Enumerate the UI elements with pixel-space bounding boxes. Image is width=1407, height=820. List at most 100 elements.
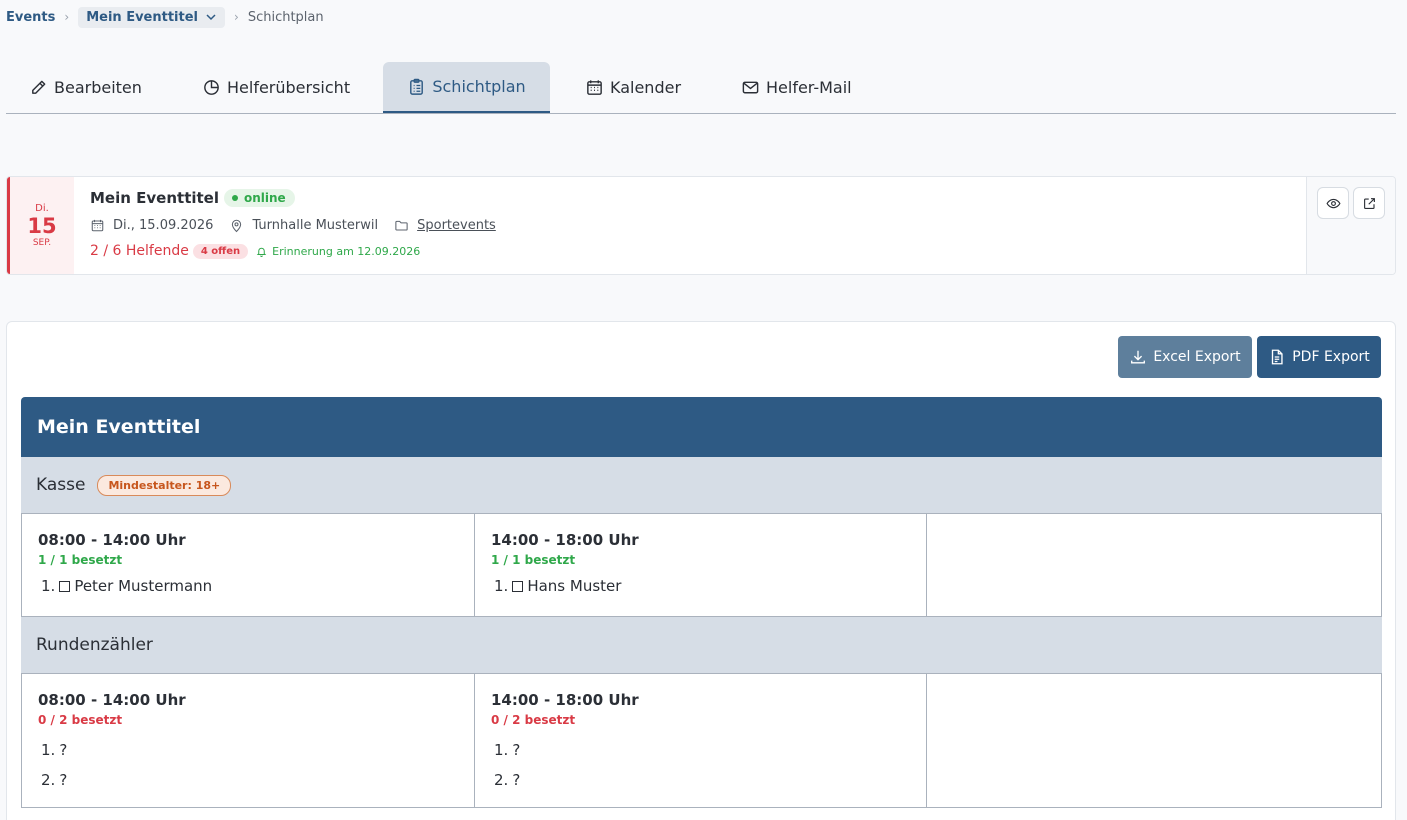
open-external-button[interactable] (1353, 187, 1385, 219)
pdf-export-button[interactable]: PDF Export (1257, 336, 1381, 378)
shift-group-name: Kasse (36, 475, 86, 495)
calendar-icon (587, 80, 602, 95)
shift-row: 08:00 - 14:00 Uhr 1 / 1 besetzt 1. Peter… (21, 513, 1382, 617)
mail-icon (742, 81, 759, 94)
shift-row: 08:00 - 14:00 Uhr 0 / 2 besetzt 1. ? 2. … (21, 673, 1382, 808)
external-link-icon (1363, 197, 1375, 209)
pie-chart-icon (204, 80, 219, 95)
schedule-title: Mein Eventtitel (21, 397, 1382, 457)
map-pin-icon (232, 219, 242, 232)
event-category-link[interactable]: Sportevents (417, 218, 496, 233)
shift-occupancy: 0 / 2 besetzt (491, 713, 576, 727)
helper-name: ? (59, 741, 68, 759)
shift-cell: 14:00 - 18:00 Uhr 0 / 2 besetzt 1. ? 2. … (475, 674, 927, 807)
shift-group-name: Rundenzähler (36, 635, 153, 655)
chevron-right-icon: › (64, 10, 70, 24)
shift-cell-empty (927, 674, 1381, 807)
helper-name: ? (512, 771, 521, 789)
event-location: Turnhalle Musterwil (229, 218, 378, 233)
tab-bearbeiten[interactable]: Bearbeiten (29, 62, 142, 113)
event-info: Mein Eventtitel online Di., 15.09.2026 T… (74, 177, 1306, 274)
reminder-text: Erinnerung am 12.09.2026 (272, 244, 421, 258)
slot-number: 1. (494, 577, 509, 595)
folder-icon (395, 220, 408, 231)
date-day: 15 (27, 214, 57, 238)
event-date-text: Di., 15.09.2026 (113, 217, 214, 233)
shift-cell: 14:00 - 18:00 Uhr 1 / 1 besetzt 1. Hans … (475, 514, 927, 616)
slot-number: 1. (494, 741, 509, 759)
pdf-export-label: PDF Export (1292, 349, 1370, 365)
min-age-badge: Mindestalter: 18+ (97, 474, 232, 496)
helper-count: 2 / 6 Helfende (90, 243, 189, 259)
document-icon (1272, 349, 1283, 365)
slot-number: 2. (494, 771, 509, 789)
slot-list: 1. ? 2. ? (491, 735, 911, 795)
breadcrumb: Events › Mein Eventtitel › Schichtplan (6, 5, 324, 29)
slot-item: 2. ? (491, 765, 911, 795)
event-actions (1306, 177, 1395, 274)
shift-occupancy: 0 / 2 besetzt (38, 713, 123, 727)
event-date-box: Di. 15 SEP. (7, 177, 74, 274)
tab-label: Schichtplan (432, 77, 526, 96)
shift-time: 14:00 - 18:00 Uhr (491, 691, 639, 709)
slot-list: 1. Peter Mustermann (38, 575, 459, 597)
shift-schedule: Mein Eventtitel Kasse Mindestalter: 18+ … (21, 397, 1382, 808)
slot-list: 1. ? 2. ? (38, 735, 459, 795)
helper-name: Hans Muster (527, 577, 622, 595)
shift-cell-empty (927, 514, 1381, 616)
schedule-panel: Excel Export PDF Export Mein Eventtitel … (6, 321, 1396, 820)
tab-kalender[interactable]: Kalender (585, 62, 681, 113)
shift-time: 08:00 - 14:00 Uhr (38, 691, 186, 709)
slot-number: 1. (41, 741, 56, 759)
chevron-down-icon (206, 14, 216, 21)
shift-time: 14:00 - 18:00 Uhr (491, 531, 639, 549)
shift-time: 08:00 - 14:00 Uhr (38, 531, 186, 549)
breadcrumb-current: Schichtplan (247, 9, 324, 25)
slot-item: 1. Peter Mustermann (38, 575, 459, 597)
bell-icon (256, 247, 267, 257)
event-switcher-dropdown[interactable]: Mein Eventtitel (78, 6, 225, 28)
shift-occupancy: 1 / 1 besetzt (38, 553, 123, 567)
calendar-icon (91, 219, 104, 231)
shift-cell: 08:00 - 14:00 Uhr 1 / 1 besetzt 1. Peter… (22, 514, 475, 616)
tab-label: Bearbeiten (54, 78, 142, 97)
clipboard-list-icon (410, 78, 424, 95)
event-tabs: Bearbeiten Helferübersicht Schichtplan K… (6, 62, 1396, 114)
slot-item: 1. ? (491, 735, 911, 765)
status-badge: online (224, 189, 295, 207)
breadcrumb-events-link[interactable]: Events (6, 10, 55, 25)
tab-helfer-mail[interactable]: Helfer-Mail (741, 62, 852, 113)
shift-cell: 08:00 - 14:00 Uhr 0 / 2 besetzt 1. ? 2. … (22, 674, 475, 807)
eye-icon (1325, 198, 1341, 208)
helper-name: Peter Mustermann (74, 577, 213, 595)
slot-number: 1. (41, 577, 56, 595)
chevron-right-icon: › (234, 10, 239, 24)
slot-item: 2. ? (38, 765, 459, 795)
tab-label: Helferübersicht (227, 78, 351, 97)
excel-export-button[interactable]: Excel Export (1118, 336, 1252, 378)
checkbox[interactable] (512, 580, 524, 592)
shift-group-header: Kasse Mindestalter: 18+ (21, 457, 1382, 513)
tab-helferuebersicht[interactable]: Helferübersicht (202, 62, 350, 113)
tab-schichtplan[interactable]: Schichtplan (383, 62, 550, 113)
status-dot-icon (232, 195, 238, 201)
event-switcher-label: Mein Eventtitel (86, 9, 198, 25)
shift-occupancy: 1 / 1 besetzt (491, 553, 576, 567)
helper-name: ? (59, 771, 68, 789)
download-icon (1131, 350, 1146, 364)
date-month: SEP. (32, 238, 52, 248)
event-date: Di., 15.09.2026 (90, 218, 213, 233)
slot-item: 1. Hans Muster (491, 575, 911, 597)
slot-list: 1. Hans Muster (491, 575, 911, 597)
helper-name: ? (512, 741, 521, 759)
excel-export-label: Excel Export (1153, 349, 1241, 365)
event-summary-card: Di. 15 SEP. Mein Eventtitel online Di., … (6, 176, 1396, 275)
shift-group-header: Rundenzähler (21, 617, 1382, 673)
slot-item: 1. ? (38, 735, 459, 765)
slot-number: 2. (41, 771, 56, 789)
tab-label: Kalender (610, 78, 682, 97)
checkbox[interactable] (59, 580, 71, 592)
reminder-info: Erinnerung am 12.09.2026 (256, 245, 420, 258)
event-location-text: Turnhalle Musterwil (252, 217, 379, 233)
preview-button[interactable] (1317, 187, 1349, 219)
